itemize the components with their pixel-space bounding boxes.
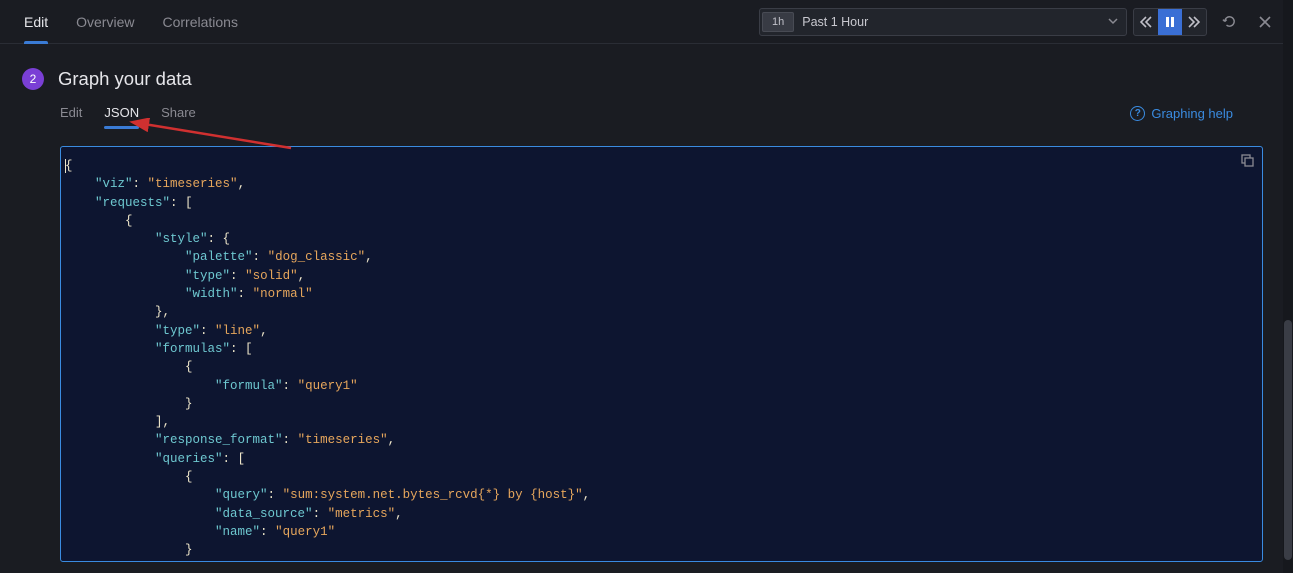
time-range-picker[interactable]: 1h Past 1 Hour <box>759 8 1127 36</box>
scrollbar-thumb[interactable] <box>1284 320 1292 560</box>
tab-overview[interactable]: Overview <box>76 0 134 44</box>
forward-button[interactable] <box>1182 9 1206 35</box>
step-title: Graph your data <box>58 68 192 90</box>
rewind-button[interactable] <box>1134 9 1158 35</box>
sub-tabs: Edit JSON Share <box>60 100 196 126</box>
time-range-badge: 1h <box>762 12 794 32</box>
copy-icon[interactable] <box>1240 153 1254 170</box>
graphing-help-link[interactable]: ? Graphing help <box>1130 106 1233 121</box>
subtab-share[interactable]: Share <box>161 100 196 126</box>
chevron-down-icon <box>1102 14 1124 29</box>
time-range-label: Past 1 Hour <box>802 15 1102 29</box>
subtab-json[interactable]: JSON <box>104 100 139 126</box>
close-button[interactable] <box>1251 8 1279 36</box>
top-bar: Edit Overview Correlations 1h Past 1 Hou… <box>0 0 1293 44</box>
top-tabs: Edit Overview Correlations <box>14 0 238 44</box>
tab-correlations[interactable]: Correlations <box>162 0 237 44</box>
json-editor[interactable]: { "viz": "timeseries", "requests": [ { "… <box>60 146 1263 562</box>
json-editor-container: { "viz": "timeseries", "requests": [ { "… <box>0 134 1293 562</box>
refresh-button[interactable] <box>1215 8 1243 36</box>
step-header: 2 Graph your data <box>0 44 1293 100</box>
page-scrollbar[interactable] <box>1283 0 1293 573</box>
pause-button[interactable] <box>1158 9 1182 35</box>
graphing-help-label: Graphing help <box>1151 106 1233 121</box>
subtab-edit[interactable]: Edit <box>60 100 82 126</box>
sub-tabs-row: Edit JSON Share ? Graphing help <box>0 100 1293 134</box>
help-icon: ? <box>1130 106 1145 121</box>
json-code[interactable]: { "viz": "timeseries", "requests": [ { "… <box>65 157 1250 560</box>
step-number-badge: 2 <box>22 68 44 90</box>
tab-edit[interactable]: Edit <box>24 0 48 44</box>
playback-controls <box>1133 8 1207 36</box>
